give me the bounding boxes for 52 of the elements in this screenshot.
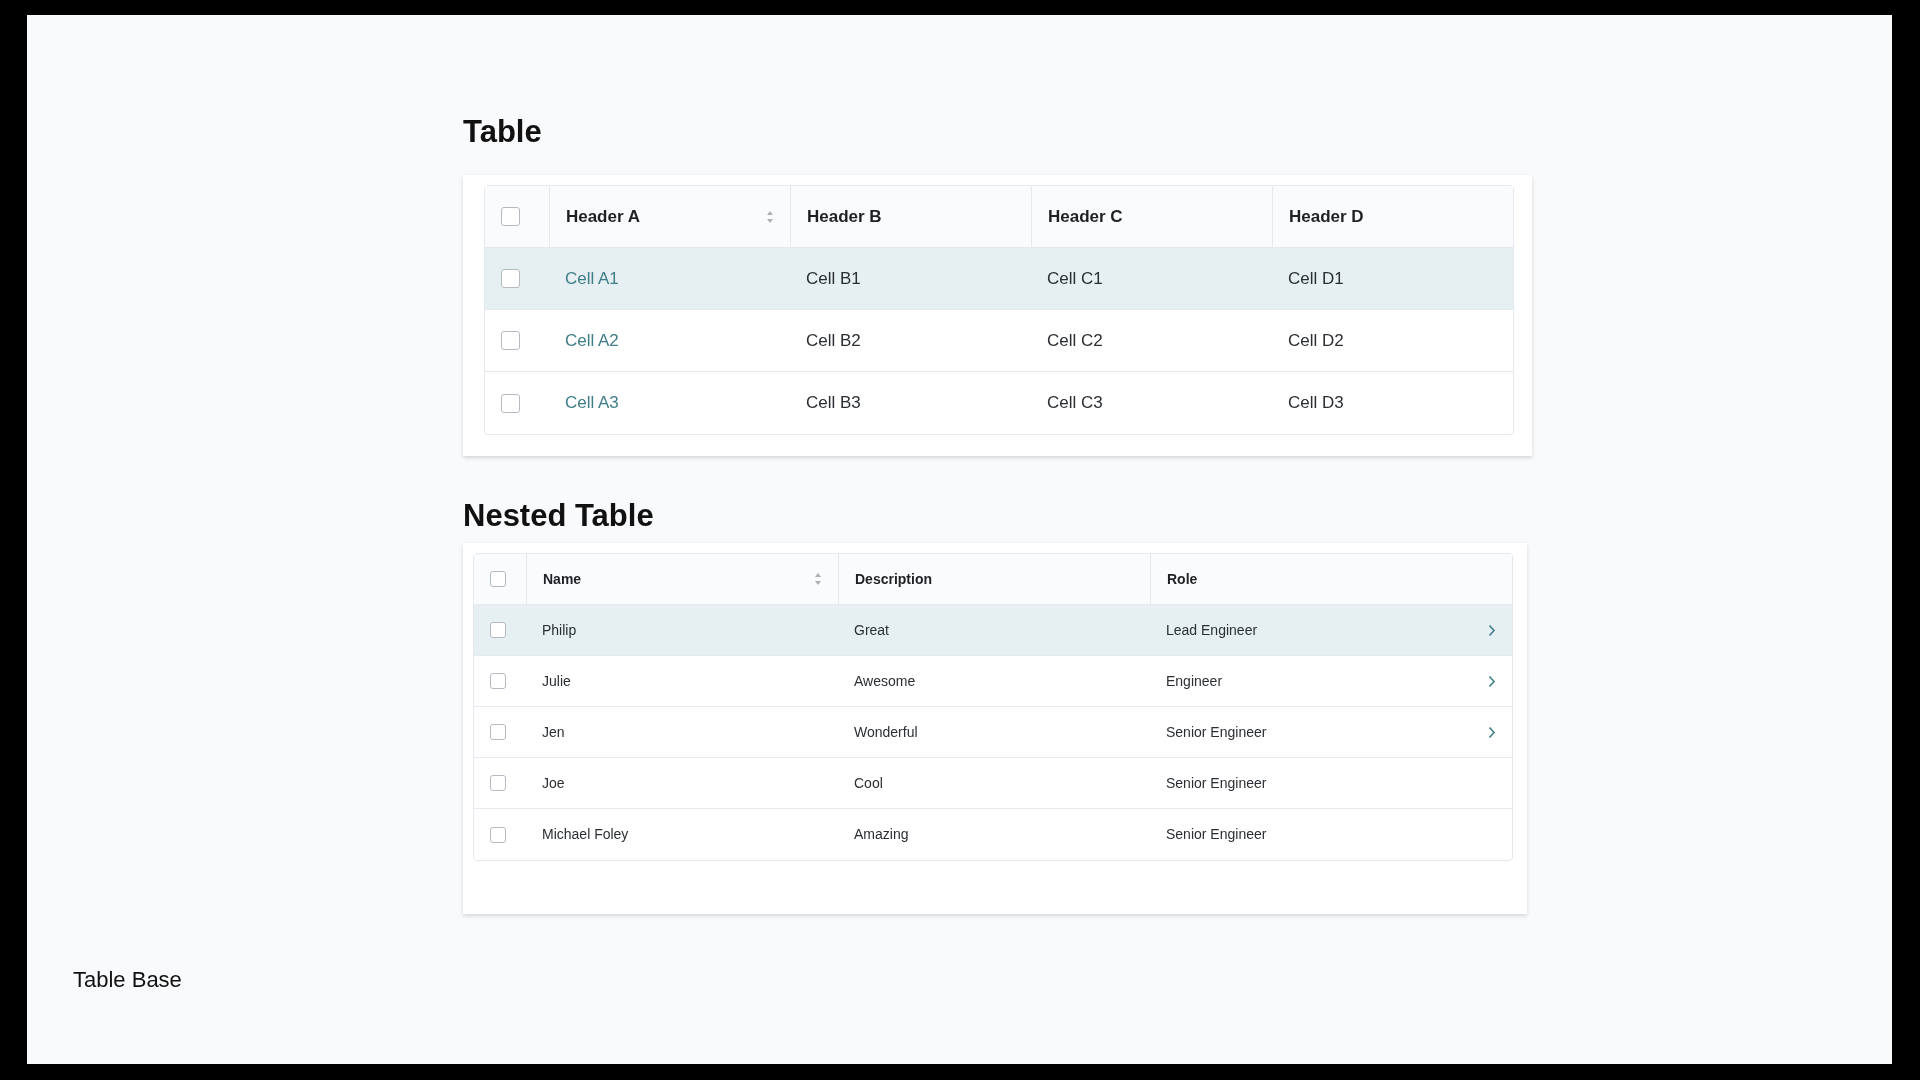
checkbox[interactable] <box>501 331 520 350</box>
table-cell: Wonderful <box>854 723 918 740</box>
table-cell: Cell B2 <box>805 330 861 350</box>
table-cell: Cool <box>854 774 883 791</box>
sort-icon[interactable] <box>814 572 822 586</box>
checkbox[interactable] <box>490 571 506 587</box>
checkbox[interactable] <box>501 393 520 413</box>
column-header: Description <box>855 569 932 589</box>
table-cell: Senior Engineer <box>1166 774 1267 791</box>
checkbox[interactable] <box>501 207 520 226</box>
cell-link[interactable]: Cell A3 <box>564 393 619 413</box>
table-cell: Cell B3 <box>805 393 861 413</box>
checkbox[interactable] <box>490 724 506 740</box>
table-cell: Cell C1 <box>1046 268 1103 288</box>
chevron-right-icon[interactable] <box>1488 674 1496 688</box>
chevron-right-icon[interactable] <box>1488 725 1496 739</box>
table-cell: Cell C2 <box>1046 330 1103 350</box>
checkbox[interactable] <box>490 775 506 791</box>
table-cell: Cell D3 <box>1287 393 1344 413</box>
table-cell: Cell C3 <box>1046 393 1103 413</box>
column-header: Name <box>543 569 582 589</box>
table-cell: Senior Engineer <box>1166 826 1267 842</box>
column-header: Role <box>1167 569 1198 589</box>
column-header: Header C <box>1047 205 1123 228</box>
table-cell: Amazing <box>854 826 909 842</box>
sort-icon[interactable] <box>765 209 774 224</box>
chevron-right-icon[interactable] <box>1488 623 1496 637</box>
column-header: Header D <box>1288 205 1364 228</box>
cell-link[interactable]: Cell A1 <box>564 268 619 288</box>
table-cell: Cell B1 <box>805 268 861 288</box>
table-cell: Julie <box>542 672 571 689</box>
checkbox[interactable] <box>490 826 506 843</box>
table-cell: Philip <box>542 621 577 638</box>
table-cell: Great <box>854 621 889 638</box>
table-cell: Engineer <box>1166 672 1223 689</box>
table-cell: Cell D1 <box>1287 268 1344 288</box>
table-cell: Joe <box>542 774 565 791</box>
table-cell: Cell D2 <box>1287 330 1344 350</box>
cell-link[interactable]: Cell A2 <box>564 330 619 350</box>
column-header: Header A <box>565 205 640 228</box>
caption-text: Table Base <box>73 966 182 994</box>
table-cell: Lead Engineer <box>1166 621 1258 638</box>
column-header: Header B <box>806 205 882 228</box>
checkbox[interactable] <box>490 673 506 689</box>
table-cell: Michael Foley <box>542 826 629 842</box>
section-title: Table <box>463 113 543 151</box>
section-title: Nested Table <box>463 497 655 535</box>
checkbox[interactable] <box>490 622 506 638</box>
table-cell: Awesome <box>854 672 916 689</box>
table-cell: Jen <box>542 723 565 740</box>
table-cell: Senior Engineer <box>1166 723 1267 740</box>
checkbox[interactable] <box>501 269 520 288</box>
